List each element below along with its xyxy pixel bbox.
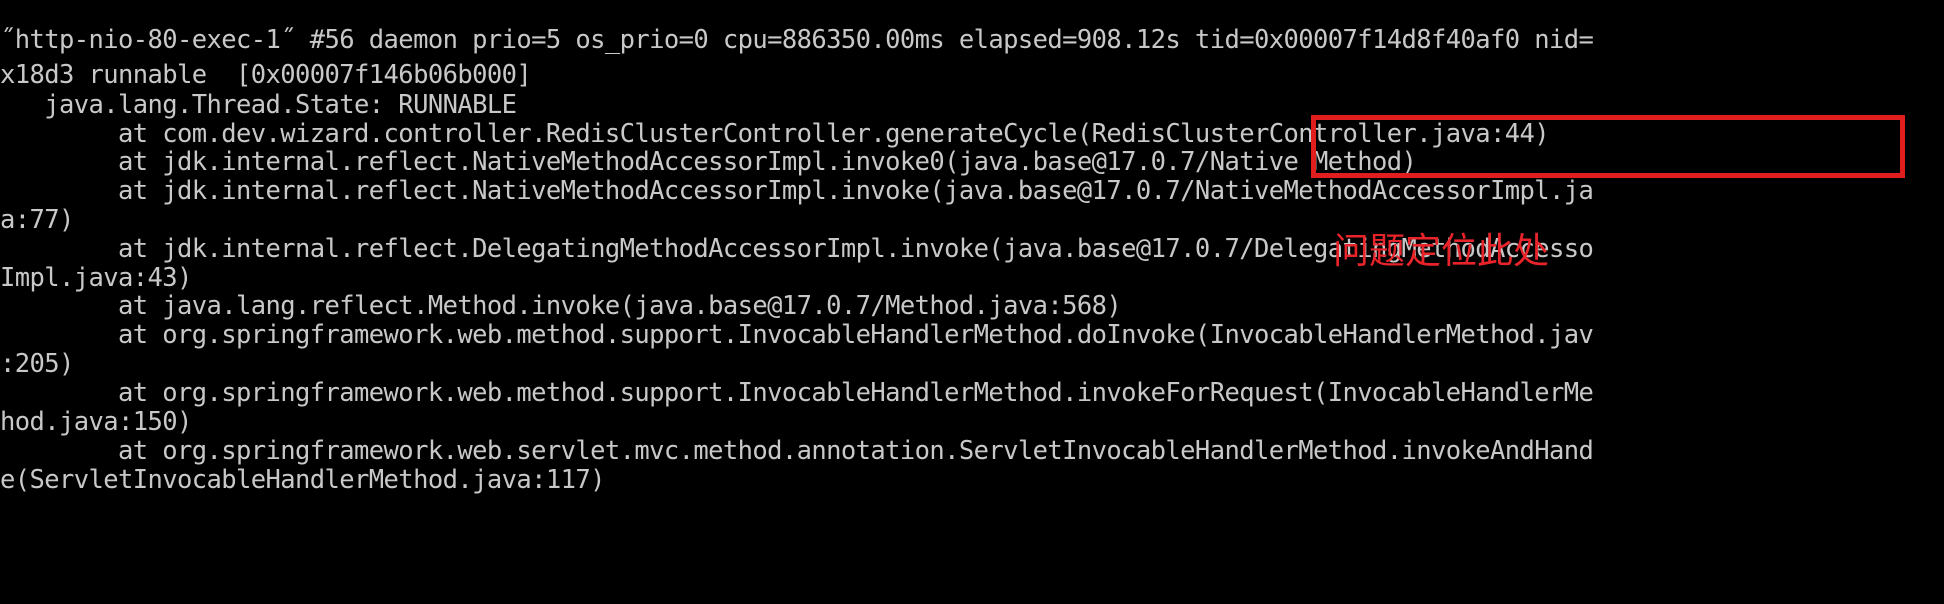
- stack-frame-line: at jdk.internal.reflect.NativeMethodAcce…: [0, 176, 1594, 206]
- annotation-label: 问题定位此处: [1333, 231, 1550, 272]
- highlight-box: [1311, 115, 1905, 178]
- stack-frame-line: at org.springframework.web.method.suppor…: [0, 320, 1594, 350]
- terminal-window[interactable]: ˝http-nio-80-exec-1˝ #56 daemon prio=5 o…: [0, 0, 1944, 604]
- stack-frame-line: at org.springframework.web.method.suppor…: [0, 378, 1594, 408]
- stack-frame-line: e(ServletInvocableHandlerMethod.java:117…: [0, 465, 605, 495]
- thread-header-line: ˝http-nio-80-exec-1˝ #56 daemon prio=5 o…: [0, 25, 1594, 55]
